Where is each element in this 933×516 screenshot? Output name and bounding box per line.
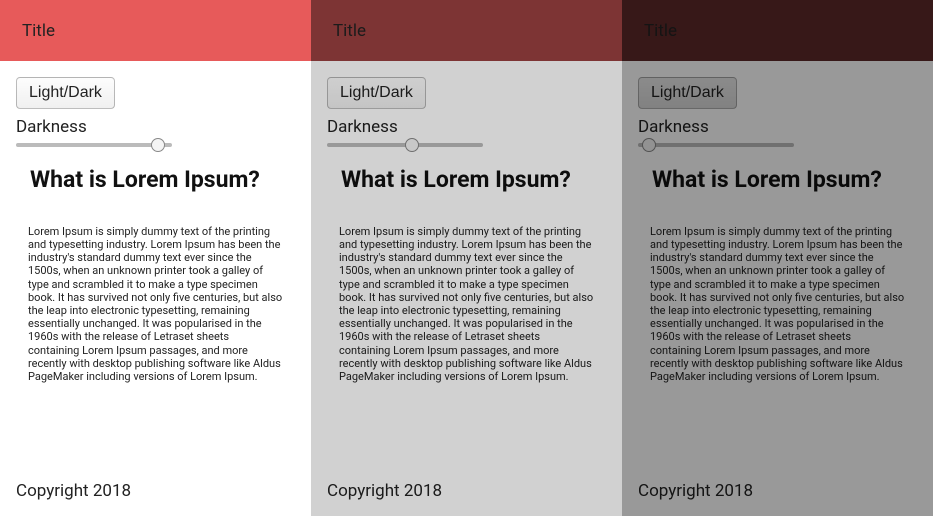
light-dark-button[interactable]: Light/Dark	[16, 77, 115, 109]
article-heading: What is Lorem Ipsum?	[638, 165, 917, 195]
darkness-label: Darkness	[16, 117, 295, 137]
page-title: Title	[644, 21, 677, 41]
theme-preview-column-2: Title Light/Dark Darkness What is Lorem …	[311, 0, 622, 516]
article-body: Lorem Ipsum is simply dummy text of the …	[16, 225, 295, 383]
content-area: Light/Dark Darkness What is Lorem Ipsum?…	[0, 61, 311, 465]
darkness-slider[interactable]	[16, 143, 172, 147]
content-area: Light/Dark Darkness What is Lorem Ipsum?…	[311, 61, 622, 465]
article-heading: What is Lorem Ipsum?	[16, 165, 295, 195]
footer-bar: Copyright 2018	[311, 465, 622, 516]
darkness-slider[interactable]	[638, 143, 794, 147]
theme-preview-column-3: Title Light/Dark Darkness What is Lorem …	[622, 0, 933, 516]
footer-bar: Copyright 2018	[0, 465, 311, 516]
darkness-label: Darkness	[327, 117, 606, 137]
light-dark-button[interactable]: Light/Dark	[327, 77, 426, 109]
article-body: Lorem Ipsum is simply dummy text of the …	[638, 225, 917, 383]
light-dark-button[interactable]: Light/Dark	[638, 77, 737, 109]
header-bar: Title	[0, 0, 311, 61]
header-bar: Title	[311, 0, 622, 61]
content-area: Light/Dark Darkness What is Lorem Ipsum?…	[622, 61, 933, 465]
page-title: Title	[22, 21, 55, 41]
darkness-label: Darkness	[638, 117, 917, 137]
footer-bar: Copyright 2018	[622, 465, 933, 516]
article-heading: What is Lorem Ipsum?	[327, 165, 606, 195]
darkness-slider[interactable]	[327, 143, 483, 147]
footer-text: Copyright 2018	[16, 481, 131, 501]
article-body: Lorem Ipsum is simply dummy text of the …	[327, 225, 606, 383]
header-bar: Title	[622, 0, 933, 61]
theme-preview-column-1: Title Light/Dark Darkness What is Lorem …	[0, 0, 311, 516]
page-title: Title	[333, 21, 366, 41]
footer-text: Copyright 2018	[638, 481, 753, 501]
footer-text: Copyright 2018	[327, 481, 442, 501]
